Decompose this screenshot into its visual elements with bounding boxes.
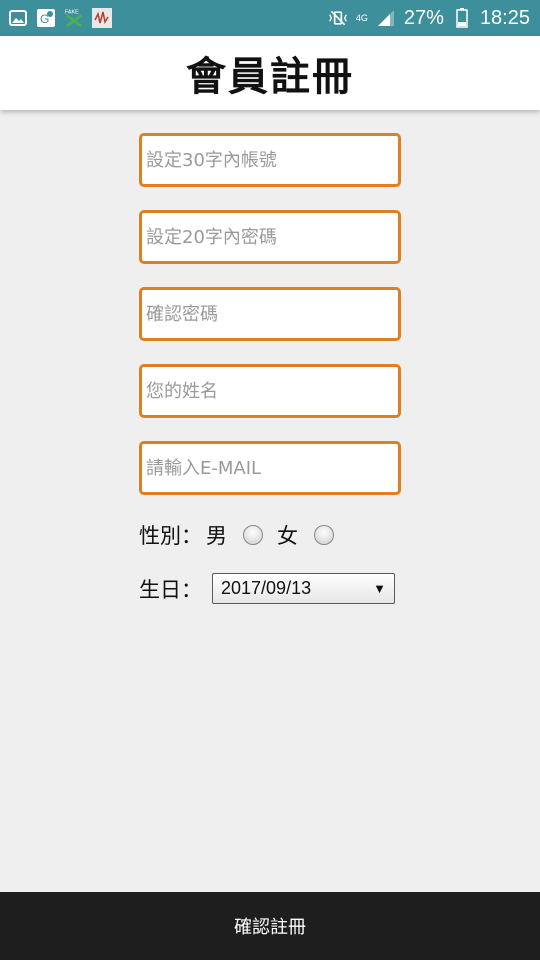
account-input[interactable]	[139, 133, 401, 187]
gender-female-radio[interactable]	[314, 525, 334, 545]
battery-icon	[452, 8, 472, 28]
birthday-row: 生日： 2017/09/13 ▼	[139, 573, 395, 604]
page-title: 會員註冊	[186, 54, 354, 100]
confirm-password-input[interactable]	[139, 287, 401, 341]
gender-male-radio[interactable]	[243, 525, 263, 545]
fake-gps-icon: FAKE	[64, 8, 84, 28]
gallery-icon	[8, 8, 28, 28]
gender-label: 性別：	[139, 524, 202, 548]
submit-button[interactable]: 確認註冊	[0, 892, 540, 960]
dropdown-arrow-icon: ▼	[373, 581, 386, 596]
gender-female-label: 女	[277, 524, 298, 548]
battery-percent: 27%	[403, 6, 444, 29]
app-header: 會員註冊	[0, 36, 540, 110]
gender-male-label: 男	[206, 524, 227, 548]
app-icon	[92, 8, 112, 28]
birthday-label: 生日：	[139, 577, 202, 602]
name-input[interactable]	[139, 364, 401, 418]
submit-button-label: 確認註冊	[234, 917, 306, 938]
notification-icons: G FAKE	[0, 8, 112, 28]
network-type: 4G	[355, 12, 368, 23]
email-input[interactable]	[139, 441, 401, 495]
signal-icon	[376, 8, 396, 28]
maps-icon: G	[36, 8, 56, 28]
birthday-select[interactable]: 2017/09/13 ▼	[212, 573, 395, 604]
vibrate-mute-icon	[328, 8, 348, 28]
gender-row: 性別： 男 女	[139, 520, 334, 550]
status-bar: G FAKE 4G 27% 18:25	[0, 0, 540, 36]
password-input[interactable]	[139, 210, 401, 264]
clock: 18:25	[479, 6, 530, 29]
registration-form	[139, 133, 401, 518]
birthday-value: 2017/09/13	[221, 578, 312, 598]
svg-text:FAKE: FAKE	[65, 9, 79, 15]
system-status: 4G 27% 18:25	[328, 7, 540, 30]
